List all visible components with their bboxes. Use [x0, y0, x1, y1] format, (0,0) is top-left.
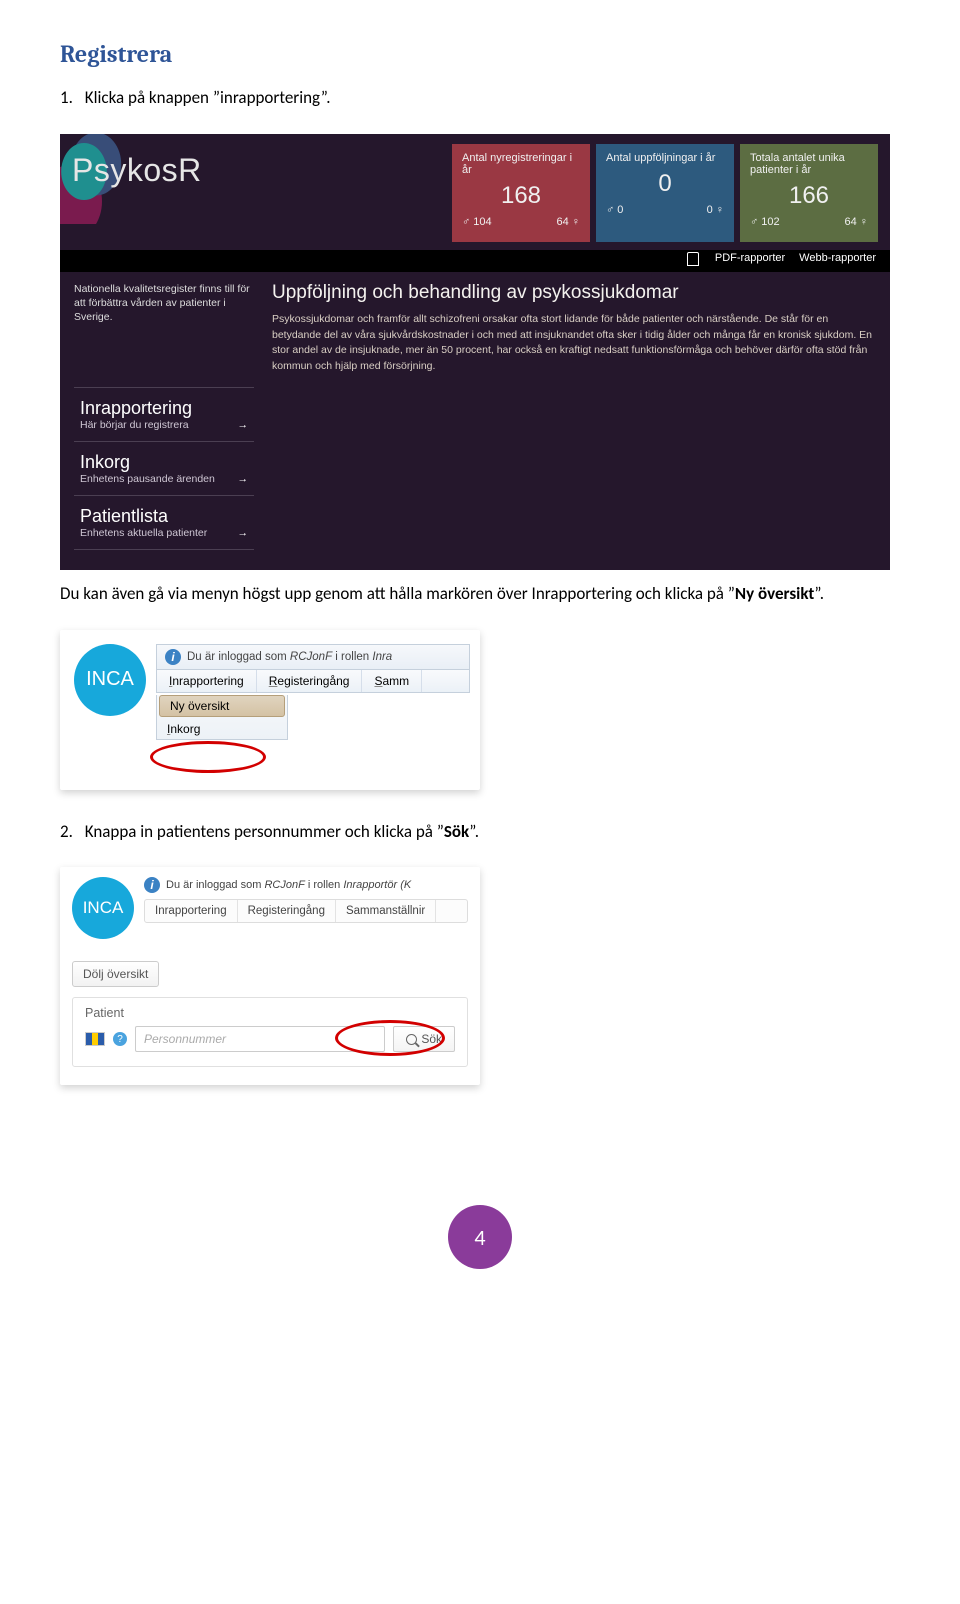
menu-registeringang[interactable]: Registeringång [257, 670, 363, 692]
stat-boxes: Antal nyregistreringar i år 168 ♂ 104 64… [452, 144, 878, 242]
highlight-oval [150, 741, 266, 773]
stat-label: Antal nyregistreringar i år [462, 152, 580, 176]
sidenav-title: Inrapportering [80, 398, 248, 419]
sidenav-patientlista[interactable]: Patientlista Enhetens aktuella patienter… [74, 495, 254, 550]
stat-value: 0 [606, 170, 724, 198]
menubar: Inrapportering Registeringång Samm [156, 669, 470, 693]
stat-box-unique-patients: Totala antalet unika patienter i år 166 … [740, 144, 878, 242]
menu-item-inkorg[interactable]: Inkorg [157, 719, 287, 739]
step-2-number: 2. [60, 821, 73, 842]
sweden-flag-icon[interactable] [85, 1032, 105, 1046]
stat-label: Totala antalet unika patienter i år [750, 152, 868, 176]
lock-icon [687, 252, 699, 266]
stat-female: 64 ♀ [844, 216, 868, 228]
pdf-reports-link[interactable]: PDF-rapporter [715, 252, 785, 266]
stat-label: Antal uppföljningar i år [606, 152, 724, 164]
step-1-text: 1. Klicka på knappen ”inrapportering”. [60, 86, 900, 110]
stat-male: ♂ 104 [462, 216, 492, 228]
login-status-row: i Du är inloggad som RCJonF i rollen Inr… [156, 644, 470, 669]
inca-logo: INCA [74, 644, 146, 716]
menu-inrapportering[interactable]: Inrapportering [145, 900, 238, 922]
info-icon: i [165, 649, 181, 665]
sidenav-title: Inkorg [80, 452, 248, 473]
left-intro-text: Nationella kvalitetsregister finns till … [74, 282, 254, 325]
arrow-right-icon: → [238, 473, 249, 485]
stat-female: 64 ♀ [556, 216, 580, 228]
stat-value: 168 [462, 182, 580, 210]
help-icon[interactable]: ? [113, 1032, 127, 1046]
step-2-text: 2. Knappa in patientens personnummer och… [60, 820, 900, 844]
stat-male: ♂ 0 [606, 204, 623, 216]
menu-samm[interactable]: Samm [362, 670, 422, 692]
login-status-row: i Du är inloggad som RCJonF i rollen Inr… [144, 877, 468, 895]
brand-logo: PsykosR [64, 144, 206, 189]
main-heading: Uppföljning och behandling av psykossjuk… [272, 282, 876, 304]
main-body-text: Psykossjukdomar och framför allt schizof… [272, 312, 876, 375]
arrow-right-icon: → [238, 419, 249, 431]
sidenav-subtitle: Enhetens pausande ärenden [80, 473, 215, 485]
sidenav-subtitle: Enhetens aktuella patienter [80, 527, 207, 539]
inca-logo: INCA [72, 877, 134, 939]
dropdown-menu: Ny översikt Inkorg [156, 695, 288, 740]
arrow-right-icon: → [238, 527, 249, 539]
sidenav-inrapportering[interactable]: Inrapportering Här börjar du registrera … [74, 387, 254, 441]
inca-search-screenshot: INCA i Du är inloggad som RCJonF i rolle… [60, 867, 480, 1085]
login-text: Du är inloggad som RCJonF i rollen Inrap… [166, 879, 411, 891]
psykosr-screenshot: PsykosR Antal nyregistreringar i år 168 … [60, 134, 890, 570]
menubar: Inrapportering Registeringång Sammanstäl… [144, 899, 468, 923]
menu-inrapportering[interactable]: Inrapportering [157, 670, 257, 692]
step-1-body: Klicka på knappen ”inrapportering”. [85, 87, 331, 108]
sidenav-title: Patientlista [80, 506, 248, 527]
paragraph-2: Du kan även gå via menyn högst upp genom… [60, 582, 900, 606]
side-navigation: Inrapportering Här börjar du registrera … [74, 387, 254, 550]
hide-overview-button[interactable]: Dölj översikt [72, 961, 159, 987]
info-icon: i [144, 877, 160, 893]
sidenav-inkorg[interactable]: Inkorg Enhetens pausande ärenden → [74, 441, 254, 495]
stat-female: 0 ♀ [707, 204, 724, 216]
page-number-badge: 4 [448, 1205, 512, 1269]
menu-item-ny-oversikt[interactable]: Ny översikt [159, 695, 285, 717]
patient-panel: Patient ? Personnummer Sök [72, 997, 468, 1067]
sidenav-subtitle: Här börjar du registrera [80, 419, 189, 431]
login-text: Du är inloggad som RCJonF i rollen Inra [187, 651, 392, 663]
menu-registeringang[interactable]: Registeringång [238, 900, 336, 922]
stat-value: 166 [750, 182, 868, 210]
menu-sammanstallning[interactable]: Sammanställnir [336, 900, 436, 922]
stat-box-followups: Antal uppföljningar i år 0 ♂ 0 0 ♀ [596, 144, 734, 242]
step-1-number: 1. [60, 87, 73, 108]
stat-male: ♂ 102 [750, 216, 780, 228]
inca-menu-screenshot: INCA i Du är inloggad som RCJonF i rolle… [60, 630, 480, 790]
stat-box-registrations: Antal nyregistreringar i år 168 ♂ 104 64… [452, 144, 590, 242]
web-reports-link[interactable]: Webb-rapporter [799, 252, 876, 266]
section-heading: Registrera [60, 40, 900, 68]
